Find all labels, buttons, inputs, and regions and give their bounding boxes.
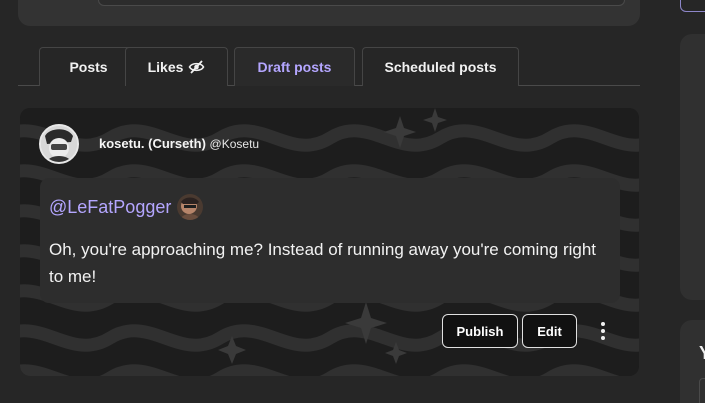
publish-button[interactable]: Publish [442,314,518,348]
right-header-button[interactable] [680,0,705,12]
tab-posts[interactable]: Posts [39,47,138,86]
profile-tabs: Posts Likes Draft posts Scheduled posts [18,47,640,86]
composer-input[interactable] [98,0,625,6]
mentioned-user-avatar [177,194,204,220]
mention-row: @LeFatPogger [49,194,204,220]
right-panel-input[interactable] [699,378,705,403]
tab-draft-posts-label: Draft posts [257,59,332,75]
right-panel-heading: Y [699,343,705,364]
tab-posts-label: Posts [69,59,108,75]
author-avatar[interactable] [39,124,79,164]
mention-link[interactable]: @LeFatPogger [49,197,171,218]
author-name[interactable]: kosetu. (Curseth) [99,136,206,151]
author-handle[interactable]: @Kosetu [210,137,260,151]
author-line: kosetu. (Curseth) @Kosetu [99,136,259,151]
post-text: Oh, you're approaching me? Instead of ru… [49,240,597,286]
right-sidebar-panel [680,34,705,300]
tab-likes[interactable]: Likes [125,47,228,86]
draft-post-card: kosetu. (Curseth) @Kosetu @LeFatPogger O… [20,108,639,376]
edit-button[interactable]: Edit [522,314,577,348]
tab-scheduled-posts[interactable]: Scheduled posts [362,47,519,86]
more-options-icon[interactable] [595,318,611,344]
eye-slash-icon [188,60,205,74]
tab-likes-label: Likes [147,59,184,75]
post-content: @LeFatPogger Oh, you're approaching me? … [40,178,620,303]
tab-scheduled-posts-label: Scheduled posts [384,59,497,75]
tab-draft-posts[interactable]: Draft posts [234,47,355,86]
